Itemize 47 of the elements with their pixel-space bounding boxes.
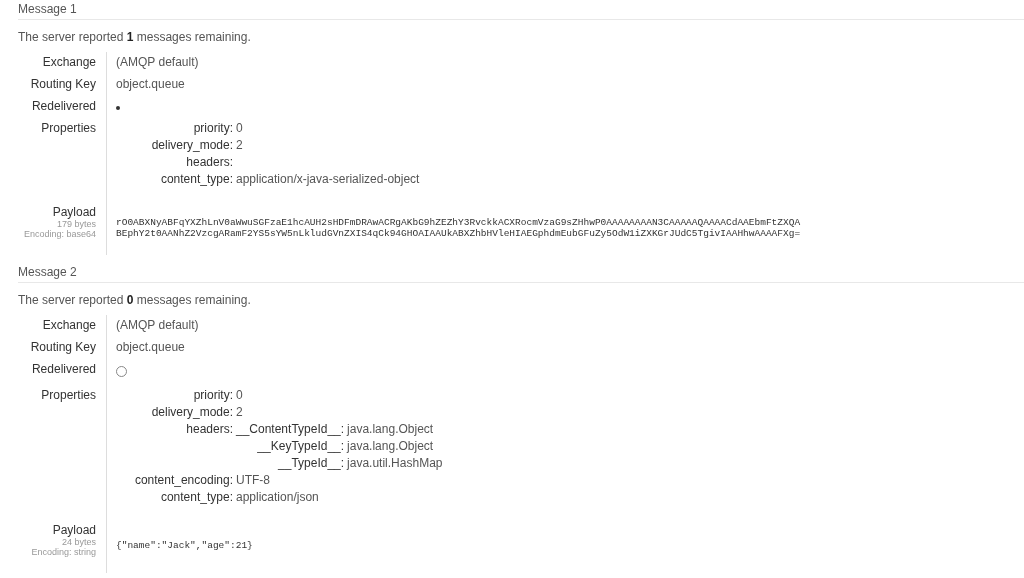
property-key: delivery_mode: <box>151 138 233 152</box>
field-label: Exchange <box>42 55 96 69</box>
field-label: Exchange <box>42 318 96 332</box>
field-label: Routing Key <box>30 77 96 91</box>
property-key: content_encoding: <box>134 473 233 487</box>
property-key: priority: <box>193 121 233 135</box>
section-title: Message 2 <box>18 265 77 279</box>
property-key: content_type: <box>160 490 233 504</box>
header-value: java.lang.Object <box>347 439 434 453</box>
property-value: 0 <box>236 121 243 135</box>
field-label: Payload <box>52 205 96 219</box>
section-title: Message 1 <box>18 2 77 16</box>
property-value: 0 <box>236 388 243 402</box>
field-label: Properties <box>41 388 96 402</box>
header-value: java.util.HashMap <box>347 456 443 470</box>
property-value: application/x-java-serialized-object <box>236 172 420 186</box>
field-label: Payload <box>52 523 96 537</box>
field-value: object.queue <box>116 77 185 91</box>
property-value: application/json <box>236 490 319 504</box>
field-label: Redelivered <box>31 99 96 113</box>
field-value: (AMQP default) <box>116 55 199 69</box>
property-key: delivery_mode: <box>151 405 233 419</box>
header-key: __TypeId__: <box>278 456 345 470</box>
payload-size: 179 bytes <box>56 219 96 229</box>
field-label: Routing Key <box>30 340 96 354</box>
property-value: 2 <box>236 405 243 419</box>
property-key: priority: <box>193 388 233 402</box>
property-key: headers: <box>186 422 233 436</box>
property-key: content_type: <box>160 172 233 186</box>
payload-encoding: Encoding: base64 <box>23 229 96 239</box>
field-label: Redelivered <box>31 362 96 376</box>
header-key: __KeyTypeId__: <box>257 439 345 453</box>
summary-text: The server reported 0 messages remaining. <box>18 293 252 307</box>
header-key: __ContentTypeId__: <box>236 422 345 436</box>
property-value: 2 <box>236 138 243 152</box>
payload-text: {"name":"Jack","age":21} <box>116 540 254 551</box>
summary-text: The server reported 1 messages remaining. <box>18 30 252 44</box>
payload-encoding: Encoding: string <box>31 547 96 557</box>
payload-text: BEphY2t0AANhZ2VzcgARamF2YS5sYW5nLkludGVnZXIS4qCk94GHOAIAAUkABXZhbHVleHIAEGphdmEubGFuZy5OdW1iZXKGrJUdC5TgivIAAHhwAAAAFXg= <box>116 227 802 239</box>
header-value: java.lang.Object <box>347 422 434 436</box>
field-value: (AMQP default) <box>116 318 199 332</box>
property-key: headers: <box>186 155 233 169</box>
payload-size: 24 bytes <box>61 537 96 547</box>
field-label: Properties <box>41 121 96 135</box>
payload-text: rO0ABXNyABFqYXZhLnV0aWwuSGFzaE1hcAUH2sHDFmDRAwACRgAKbG9hZEZhY3RvckkACXRocmVzaG9sZHhwP0AAAAAAAAN3CAAAAAQAAAACdAAEbmFtZXQA <box>116 216 802 228</box>
field-value: object.queue <box>116 340 185 354</box>
property-value: UTF-8 <box>236 473 270 487</box>
